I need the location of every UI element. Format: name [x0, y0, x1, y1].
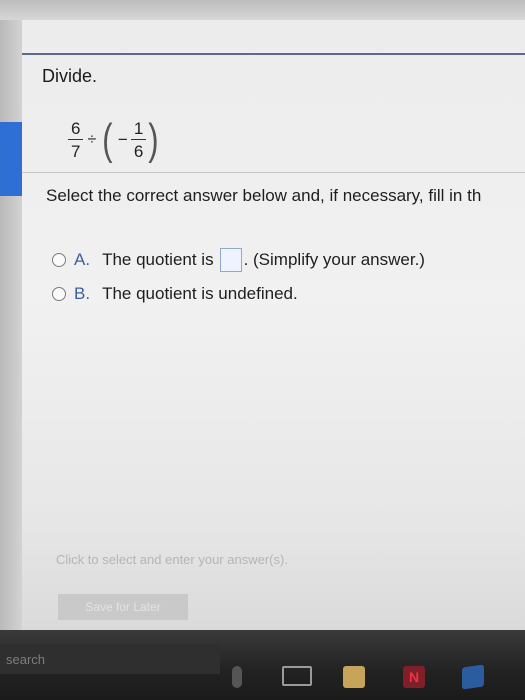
answer-hint: Click to select and enter your answer(s)… [56, 552, 288, 567]
divide-operator: ÷ [87, 131, 97, 148]
fraction-1-numerator: 6 [68, 120, 84, 140]
fraction-2-denominator: 6 [133, 142, 144, 161]
netflix-icon[interactable]: N [403, 666, 425, 688]
option-b-radio[interactable] [52, 287, 66, 301]
option-a-letter: A. [74, 250, 91, 269]
taskbar-search-box[interactable]: search [0, 644, 220, 674]
microphone-icon[interactable] [232, 666, 242, 688]
option-a-radio[interactable] [52, 253, 66, 267]
section-divider [22, 172, 525, 173]
task-view-icon[interactable] [282, 666, 312, 686]
fraction-1-denominator: 7 [71, 142, 81, 161]
option-a[interactable]: A. The quotient is . (Simplify your answ… [52, 248, 425, 272]
negative-sign: − [117, 130, 128, 149]
left-rail [0, 20, 22, 630]
fraction-2: 1 6 [130, 120, 147, 161]
close-paren: ) [148, 115, 159, 164]
option-b[interactable]: B. The quotient is undefined. [52, 284, 298, 304]
instruction-text: Divide. [42, 66, 98, 86]
left-accent-bar [0, 122, 22, 196]
fraction-2-numerator: 1 [130, 120, 147, 140]
graduation-cap-icon[interactable] [462, 664, 484, 690]
option-a-text: The quotient is [102, 250, 214, 269]
question-panel: Divide. 6 7 ÷ ( − 1 6 ) Select the corre… [22, 20, 525, 640]
store-icon[interactable] [343, 666, 365, 688]
option-b-letter: B. [74, 284, 91, 303]
save-for-later-button[interactable]: Save for Later [58, 594, 188, 620]
option-b-text: The quotient is undefined. [102, 284, 298, 303]
open-paren: ( [102, 115, 113, 164]
taskbar-search-label: search [6, 652, 46, 667]
option-a-note: . (Simplify your answer.) [243, 250, 425, 269]
answer-prompt: Select the correct answer below and, if … [46, 186, 482, 205]
math-expression: 6 7 ÷ ( − 1 6 ) [68, 110, 161, 170]
header-divider [22, 53, 525, 55]
taskbar: search N [0, 630, 525, 700]
quotient-answer-input[interactable] [219, 248, 242, 272]
monitor-bezel-top [0, 0, 525, 20]
fraction-1: 6 7 [68, 120, 84, 161]
